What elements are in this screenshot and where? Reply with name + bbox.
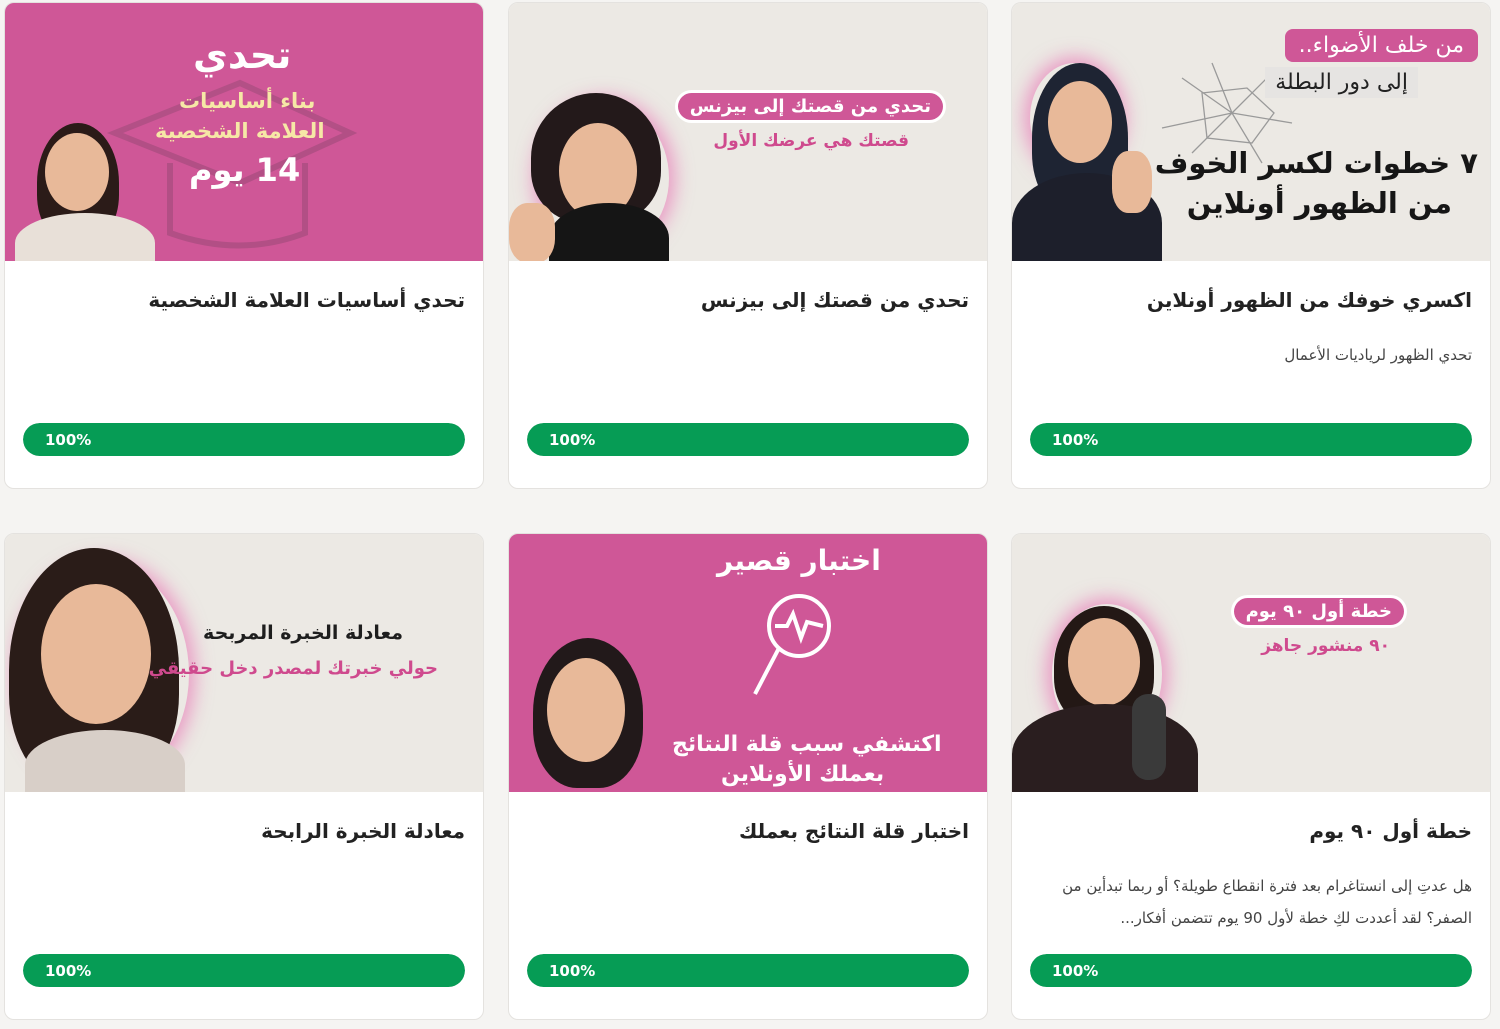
course-card[interactable]: معادلة الخبرة المربحة حولي خبرتك لمصدر د… (4, 533, 484, 1020)
progress-label: 100% (549, 431, 596, 449)
progress-bar: 100% (1030, 423, 1472, 456)
progress-bar: 100% (527, 954, 969, 987)
thumb-headline-1: ٧ خطوات لكسر الخوف (1154, 146, 1478, 180)
thumb-headline: اختبار قصير (717, 544, 881, 577)
thumb-days: 14 يوم (189, 151, 301, 189)
progress-bar: 100% (1030, 954, 1472, 987)
course-description: هل عدتِ إلى انستاغرام بعد فترة انقطاع طو… (1062, 877, 1472, 927)
thumb-top-pill: من خلف الأضواء.. (1284, 29, 1478, 62)
thumb-sub: إلى دور البطلة (1265, 67, 1418, 98)
course-card[interactable]: اختبار قصير اكتشفي سبب قلة النتائج بعملك… (508, 533, 988, 1020)
presenter-photo (1012, 534, 1212, 792)
progress-label: 100% (1052, 962, 1099, 980)
course-title[interactable]: اختبار قلة النتائج بعملك (527, 819, 969, 843)
thumb-line-2: العلامة الشخصية (155, 119, 325, 143)
course-thumbnail[interactable]: معادلة الخبرة المربحة حولي خبرتك لمصدر د… (5, 534, 483, 792)
course-thumbnail[interactable]: خطة أول ٩٠ يوم ٩٠ منشور جاهز (1012, 534, 1490, 792)
presenter-photo (509, 3, 709, 261)
course-title[interactable]: معادلة الخبرة الرابحة (23, 819, 465, 843)
progress-label: 100% (45, 431, 92, 449)
progress-label: 100% (45, 962, 92, 980)
thumb-headline: معادلة الخبرة المربحة (203, 622, 403, 644)
progress-bar: 100% (527, 423, 969, 456)
course-title[interactable]: تحدي من قصتك إلى بيزنس (527, 288, 969, 312)
course-card[interactable]: خطة أول ٩٠ يوم ٩٠ منشور جاهز خطة أول ٩٠ … (1011, 533, 1491, 1020)
course-title[interactable]: اكسري خوفك من الظهور أونلاين (1030, 288, 1472, 312)
course-card[interactable]: من خلف الأضواء.. إلى دور البطلة ٧ خطوات … (1011, 2, 1491, 489)
thumb-line-2: بعملك الأونلاين (721, 762, 885, 787)
thumb-headline: تحدي (193, 33, 292, 77)
presenter-photo (1012, 3, 1212, 261)
progress-label: 100% (1052, 431, 1099, 449)
thumb-pill: تحدي من قصتك إلى بيزنس (677, 93, 943, 120)
course-thumbnail[interactable]: من خلف الأضواء.. إلى دور البطلة ٧ خطوات … (1012, 3, 1490, 261)
thumb-line-1: اكتشفي سبب قلة النتائج (672, 732, 942, 757)
thumb-headline-2: من الظهور أونلاين (1186, 186, 1452, 220)
course-thumbnail[interactable]: تحدي من قصتك إلى بيزنس قصتك هي عرضك الأو… (509, 3, 987, 261)
thumb-pill: خطة أول ٩٠ يوم (1233, 598, 1404, 625)
progress-bar: 100% (23, 954, 465, 987)
course-thumbnail[interactable]: تحدي بناء أساسيات العلامة الشخصية 14 يوم (5, 3, 483, 261)
thumb-line-1: بناء أساسيات (179, 89, 316, 113)
courses-grid: من خلف الأضواء.. إلى دور البطلة ٧ خطوات … (0, 0, 1500, 1029)
progress-label: 100% (549, 962, 596, 980)
course-thumbnail[interactable]: اختبار قصير اكتشفي سبب قلة النتائج بعملك… (509, 534, 987, 792)
thumb-sub: حولي خبرتك لمصدر دخل حقيقي (148, 658, 438, 679)
course-title[interactable]: خطة أول ٩٠ يوم (1030, 819, 1472, 843)
thumb-sub: قصتك هي عرضك الأول (713, 131, 909, 151)
course-card[interactable]: تحدي بناء أساسيات العلامة الشخصية 14 يوم… (4, 2, 484, 489)
thumb-sub: ٩٠ منشور جاهز (1261, 636, 1390, 656)
presenter-photo (509, 534, 679, 792)
progress-bar: 100% (23, 423, 465, 456)
course-title[interactable]: تحدي أساسيات العلامة الشخصية (23, 288, 465, 312)
course-description: تحدي الظهور لرياديات الأعمال (1284, 346, 1472, 364)
course-card[interactable]: تحدي من قصتك إلى بيزنس قصتك هي عرضك الأو… (508, 2, 988, 489)
